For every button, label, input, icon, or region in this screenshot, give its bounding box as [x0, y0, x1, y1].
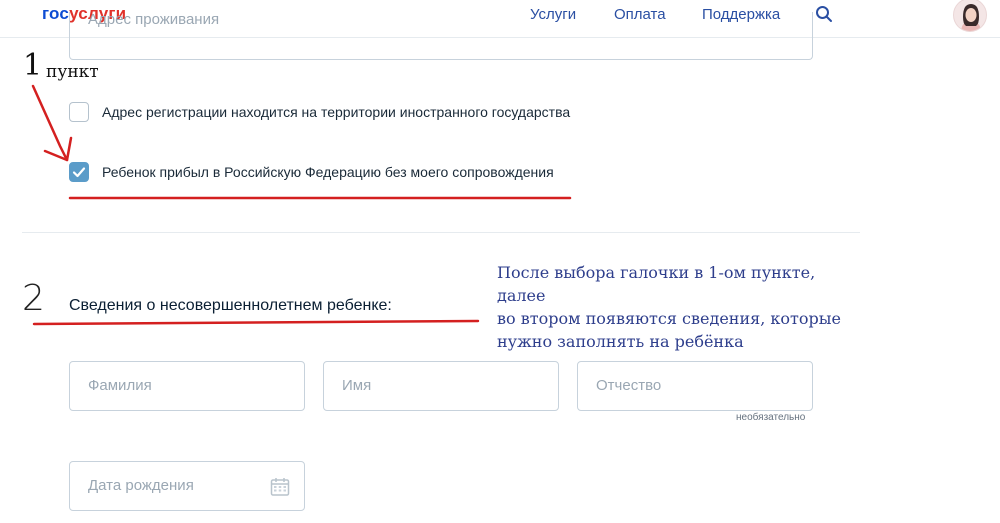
annotation-ink-overlay [31, 84, 572, 326]
annotation-underline-step1 [68, 196, 572, 200]
annotation-arrow [31, 84, 69, 162]
annotation-underline-step2 [32, 319, 480, 326]
